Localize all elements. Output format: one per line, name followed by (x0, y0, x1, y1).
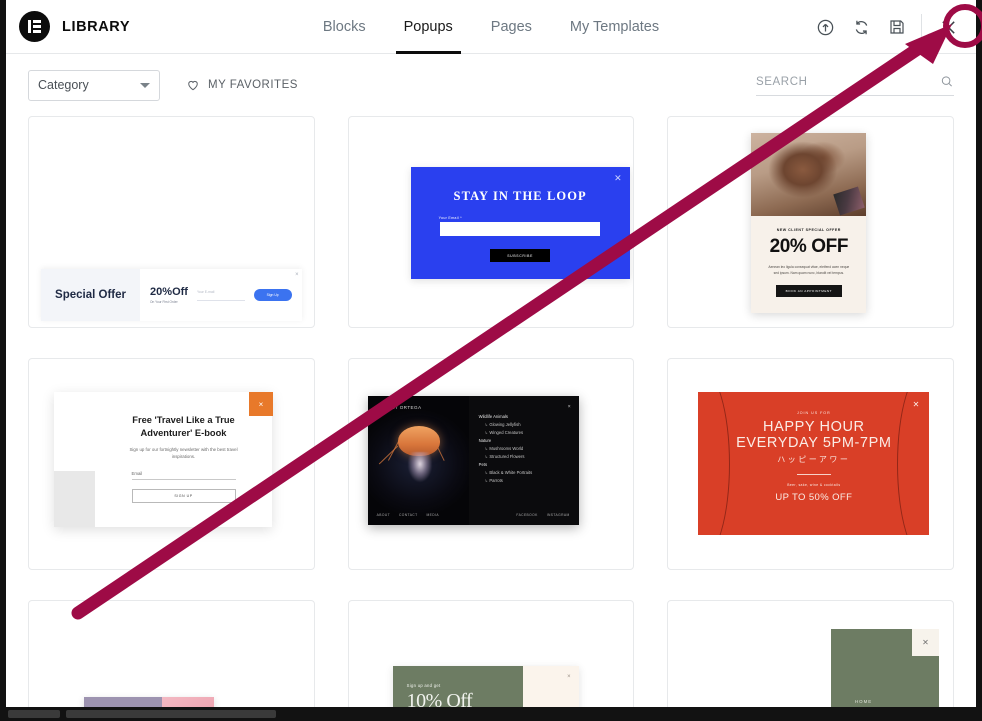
template-card[interactable]: ✕ STAY IN THE LOOP Your Email * SUBSCRIB… (347, 116, 635, 328)
jellyfish-photo (367, 396, 469, 525)
fashion-photo (162, 697, 214, 707)
template-thumbnail: Free 'Travel Like a True Adventurer' E-b… (29, 359, 314, 569)
t8-kicker: Sign up and get (406, 683, 441, 688)
elementor-logo-icon (19, 11, 50, 42)
close-icon[interactable] (928, 0, 968, 54)
template-thumbnail: × STAY IN TOUCH (29, 601, 314, 707)
t5-footer-link: ABOUT (376, 513, 391, 517)
t5-social-link: FACEBOOK (516, 513, 538, 517)
header-actions (807, 0, 976, 54)
t5-footer-link: CONTACT (399, 513, 418, 517)
t3-body: Aenean leo ligula consequat vitae, eleif… (768, 265, 850, 275)
t2-title: STAY IN THE LOOP (453, 189, 587, 203)
template-thumbnail: ROBERT ORTEGA × Wildlife Animals Glowing… (349, 359, 634, 569)
t4-subtitle: Sign up for our fortnightly newsletter w… (129, 447, 238, 460)
close-icon: × (249, 392, 273, 416)
t5-category: Wildlife Animals (478, 414, 508, 419)
t3-kicker: NEW CLIENT SPECIAL OFFER (776, 228, 841, 232)
template-thumbnail: Special Offer 20%Off On Your First Order… (29, 117, 314, 327)
template-card[interactable]: ROBERT ORTEGA × Wildlife Animals Glowing… (347, 358, 635, 570)
t1-offer-sub: On Your First Order (150, 299, 178, 304)
template-card[interactable]: × STAY IN TOUCH (28, 600, 315, 707)
template-thumbnail: NEW CLIENT SPECIAL OFFER 20% OFF Aenean … (668, 117, 953, 327)
template-card[interactable]: ✕ JOIN US FOR HAPPY HOUR EVERYDAY 5PM-7P… (667, 358, 954, 570)
t1-email-field: Your E-mail (196, 290, 245, 301)
t8-headline: 10% Off (406, 690, 473, 707)
t6-line2: EVERYDAY 5PM-7PM (736, 435, 892, 451)
close-icon: × (567, 674, 571, 680)
close-icon: ✕ (614, 173, 622, 183)
t5-menu-item: Mushrooms World (485, 446, 579, 451)
portrait-photo (751, 133, 867, 216)
t5-menu-item: Structured Flowers (485, 454, 579, 459)
header-divider (921, 14, 922, 40)
tab-blocks[interactable]: Blocks (323, 0, 366, 54)
upload-icon[interactable] (807, 0, 843, 54)
t1-offer: 20%Off (150, 285, 188, 298)
close-icon: ✕ (912, 400, 920, 409)
t4-email-field: Email (131, 471, 236, 481)
t2-subscribe-button: SUBSCRIBE (490, 249, 551, 262)
t6-offer: UP TO 50% OFF (775, 492, 853, 503)
close-icon: × (295, 272, 299, 278)
t2-field-label: Your Email * (438, 216, 462, 220)
template-card[interactable]: Free 'Travel Like a True Adventurer' E-b… (28, 358, 315, 570)
library-modal: LIBRARY Blocks Popups Pages My Templates (6, 0, 976, 707)
my-favorites-filter[interactable]: MY FAVORITES (186, 78, 298, 92)
t4-signup-button: SIGN UP (131, 489, 236, 504)
search-box (756, 74, 954, 96)
t6-line1: HAPPY HOUR (763, 419, 865, 435)
tab-my-templates[interactable]: My Templates (570, 0, 659, 54)
browser-chrome-bar (0, 707, 982, 721)
t6-kicker: JOIN US FOR (796, 411, 831, 415)
chevron-down-icon (140, 82, 150, 88)
t5-menu-item: Parrots (485, 478, 579, 483)
brand-title: LIBRARY (62, 18, 131, 35)
template-card[interactable]: Special Offer 20%Off On Your First Order… (28, 116, 315, 328)
t1-signup-button: Sign Up (253, 289, 292, 301)
t5-logo: ROBERT ORTEGA (376, 405, 422, 410)
t5-category: Nature (478, 438, 492, 443)
t6-small: Beer, sake, wine & cocktails (787, 483, 841, 487)
t2-email-input (440, 222, 601, 236)
template-card[interactable]: ✕ HOME ABOUT SERVICES SHOP (667, 600, 954, 707)
heart-icon (188, 80, 198, 91)
template-thumbnail: ✕ HOME ABOUT SERVICES SHOP (668, 601, 953, 707)
screenshot-root: LIBRARY Blocks Popups Pages My Templates (0, 0, 982, 721)
divider (796, 474, 831, 475)
tab-popups[interactable]: Popups (395, 0, 462, 54)
t3-headline: 20% OFF (769, 236, 849, 257)
category-select-value: Category (38, 78, 89, 92)
t4-title: Free 'Travel Like a True Adventurer' E-b… (132, 415, 235, 438)
t5-menu-item: Glowing Jellyfish (485, 422, 579, 427)
library-toolbar: Category MY FAVORITES (6, 54, 976, 116)
close-icon: ✕ (911, 629, 939, 656)
t1-left-label: Special Offer (41, 269, 141, 321)
template-thumbnail: ✕ STAY IN THE LOOP Your Email * SUBSCRIB… (349, 117, 634, 327)
template-grid: Special Offer 20%Off On Your First Order… (6, 116, 976, 707)
save-icon[interactable] (879, 0, 915, 54)
t6-japanese: ハッピーアワー (777, 455, 851, 464)
library-header: LIBRARY Blocks Popups Pages My Templates (6, 0, 976, 54)
template-card[interactable]: Sign up and get 10% Off On all flooring … (347, 600, 635, 707)
t5-category: Pets (478, 462, 488, 467)
template-thumbnail: ✕ JOIN US FOR HAPPY HOUR EVERYDAY 5PM-7P… (668, 359, 953, 569)
category-select[interactable]: Category (28, 69, 160, 101)
my-favorites-label: MY FAVORITES (208, 79, 298, 91)
template-card[interactable]: NEW CLIENT SPECIAL OFFER 20% OFF Aenean … (667, 116, 954, 328)
t5-menu-item: Winged Creatures (485, 430, 579, 435)
search-icon[interactable] (940, 74, 954, 89)
t3-cta-button: BOOK AN APPOINTMENT (775, 285, 842, 298)
sync-icon[interactable] (843, 0, 879, 54)
template-thumbnail: Sign up and get 10% Off On all flooring … (349, 601, 634, 707)
close-icon: × (567, 404, 571, 410)
t5-social-link: INSTAGRAM (546, 513, 570, 517)
brand: LIBRARY (6, 11, 130, 42)
t5-footer-link: MEDIA (426, 513, 439, 517)
search-input[interactable] (756, 75, 941, 88)
tab-pages[interactable]: Pages (491, 0, 532, 54)
t7-title: STAY IN TOUCH (84, 697, 162, 707)
t5-menu-item: Black & White Portraits (485, 470, 579, 475)
t9-nav-item: HOME (854, 699, 873, 704)
